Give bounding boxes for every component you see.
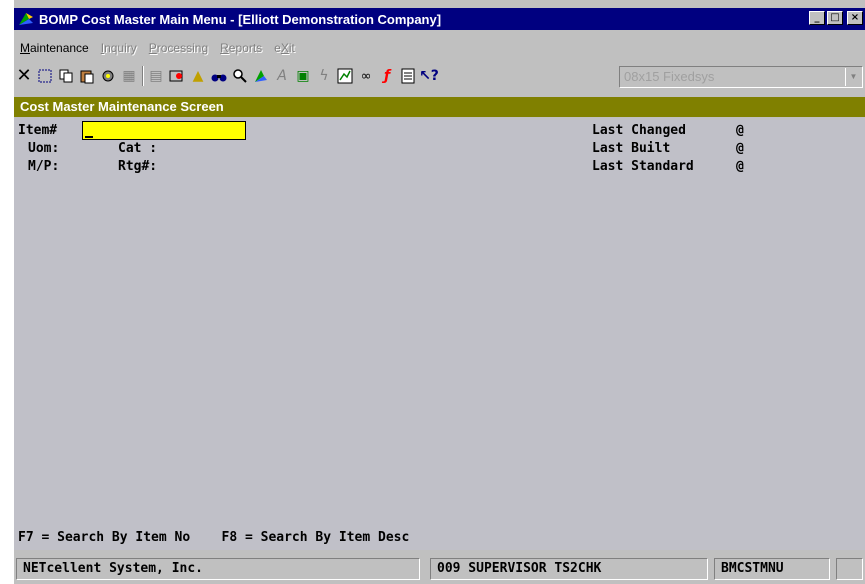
- help-icon[interactable]: ↖?: [419, 66, 439, 86]
- menu-maintenance-accel: M: [20, 41, 30, 55]
- image-icon[interactable]: ▣: [293, 66, 313, 86]
- font-select-value: 08x15 Fixedsys: [624, 69, 715, 84]
- title-bar[interactable]: BOMP Cost Master Main Menu - [Elliott De…: [14, 8, 865, 30]
- find-icon[interactable]: [209, 66, 229, 86]
- last-built-at: @: [736, 141, 744, 156]
- rtg-label: Rtg#:: [118, 159, 158, 174]
- copy-icon[interactable]: [56, 66, 76, 86]
- document-icon[interactable]: [398, 66, 418, 86]
- lightning-icon[interactable]: ϟ: [314, 66, 334, 86]
- menu-reports[interactable]: Reports: [220, 41, 262, 55]
- last-standard-label: Last Standard: [592, 159, 694, 174]
- last-built-label: Last Built: [592, 141, 671, 156]
- window-title: BOMP Cost Master Main Menu - [Elliott De…: [39, 11, 442, 27]
- status-company: NETcellent System, Inc.: [16, 558, 420, 580]
- cat-label: Cat :: [118, 141, 158, 156]
- menu-maintenance[interactable]: Maintenance: [20, 41, 89, 55]
- toolbar-separator: [142, 66, 144, 86]
- function-icon[interactable]: ƒ: [377, 66, 397, 86]
- zoom-icon[interactable]: [230, 66, 250, 86]
- function-key-hint: F7 = Search By Item No F8 = Search By It…: [18, 530, 410, 545]
- menu-exit-label: it: [288, 41, 295, 55]
- app-icon[interactable]: [17, 11, 35, 27]
- select-icon[interactable]: [35, 66, 55, 86]
- item-number-input[interactable]: [82, 121, 246, 140]
- menu-processing-label: rocessing: [156, 41, 209, 55]
- properties-icon[interactable]: ▦: [119, 66, 139, 86]
- close-button[interactable]: ×: [847, 11, 863, 25]
- menu-processing[interactable]: Processing: [149, 41, 208, 55]
- terminal-area: Item# Uom: Cat : M/P: Rtg#: Last Changed…: [14, 118, 865, 550]
- web-icon[interactable]: [251, 66, 271, 86]
- paste-icon[interactable]: [77, 66, 97, 86]
- font-icon[interactable]: A: [272, 66, 292, 86]
- list-icon[interactable]: ▤: [146, 66, 166, 86]
- menu-reports-accel: R: [220, 41, 229, 55]
- menu-processing-accel: P: [148, 41, 157, 55]
- warning-icon[interactable]: ▲: [188, 66, 208, 86]
- menu-bar: Maintenance Inquiry Processing Reports e…: [14, 38, 865, 58]
- menu-inquiry-label: nquiry: [104, 41, 137, 55]
- link-icon[interactable]: ∞: [356, 66, 376, 86]
- menu-maintenance-label: aintenance: [30, 41, 89, 55]
- minimize-button[interactable]: _: [809, 11, 825, 25]
- menu-reports-label: eports: [228, 41, 263, 55]
- status-bar: NETcellent System, Inc. 009 SUPERVISOR T…: [14, 556, 865, 582]
- status-user: 009 SUPERVISOR TS2CHK: [430, 558, 708, 580]
- chevron-down-icon[interactable]: ▼: [845, 68, 861, 86]
- screen-header: Cost Master Maintenance Screen: [14, 97, 865, 117]
- maximize-button[interactable]: □: [827, 11, 843, 25]
- last-standard-at: @: [736, 159, 744, 174]
- chart-icon[interactable]: [335, 66, 355, 86]
- font-select[interactable]: 08x15 Fixedsys ▼: [619, 66, 863, 88]
- cancel-icon[interactable]: ✕: [14, 66, 34, 86]
- mp-label: M/P:: [28, 159, 60, 174]
- app-window: BOMP Cost Master Main Menu - [Elliott De…: [14, 0, 865, 584]
- text-cursor: [85, 136, 93, 138]
- menu-exit-pre: e: [274, 41, 281, 55]
- status-extra: [836, 558, 863, 580]
- settings-icon[interactable]: [98, 66, 118, 86]
- item-label: Item#: [18, 123, 58, 138]
- user-search-icon[interactable]: [167, 66, 187, 86]
- uom-label: Uom:: [28, 141, 60, 156]
- menu-inquiry[interactable]: Inquiry: [101, 41, 137, 55]
- status-program: BMCSTMNU: [714, 558, 830, 580]
- menu-exit[interactable]: eXit: [274, 41, 295, 55]
- last-changed-label: Last Changed: [592, 123, 686, 138]
- last-changed-at: @: [736, 123, 744, 138]
- menu-exit-accel: X: [280, 41, 289, 55]
